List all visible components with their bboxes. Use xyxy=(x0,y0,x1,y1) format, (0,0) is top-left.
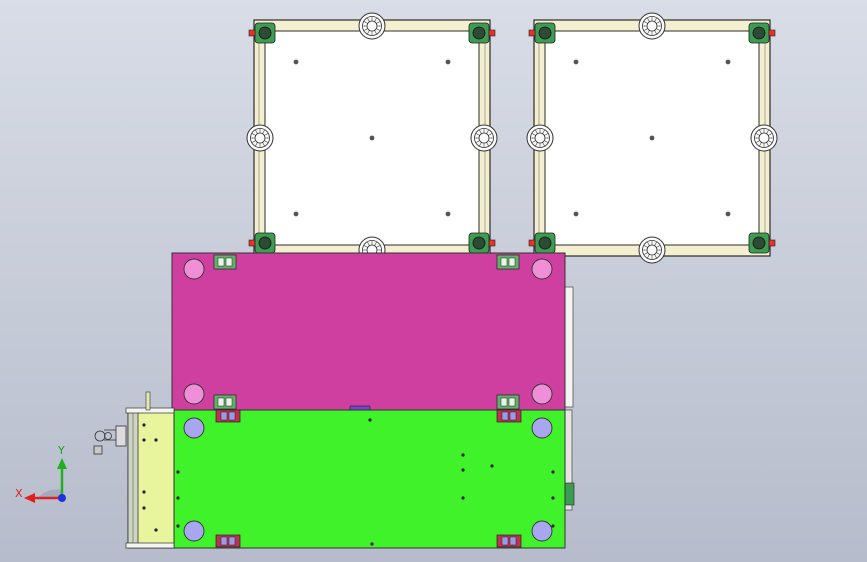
caster-icon xyxy=(528,22,556,44)
caster-icon xyxy=(528,232,556,254)
leveling-wheel-icon xyxy=(638,12,666,40)
clamp-icon xyxy=(215,534,241,548)
axis-x-label: X xyxy=(15,487,23,500)
caster-icon xyxy=(748,22,776,44)
leveling-wheel-icon xyxy=(358,12,386,40)
leveling-wheel-icon xyxy=(470,124,498,152)
coordinate-triad: Y X xyxy=(15,444,67,503)
clamp-icon xyxy=(496,254,520,270)
caster-icon xyxy=(468,232,496,254)
side-rail-right xyxy=(564,286,575,511)
fixture-pallet-left[interactable] xyxy=(246,12,498,264)
mold-plate-upper[interactable] xyxy=(171,252,566,413)
clamp-icon xyxy=(215,409,241,423)
clamp-icon xyxy=(496,534,522,548)
side-guide-block[interactable] xyxy=(93,391,175,549)
caster-icon xyxy=(248,232,276,254)
cad-model-scene[interactable]: Y X xyxy=(0,0,867,562)
leveling-wheel-icon xyxy=(750,124,778,152)
cad-viewport[interactable]: Y X xyxy=(0,0,867,562)
clamp-icon xyxy=(496,394,520,410)
leveling-wheel-icon xyxy=(246,124,274,152)
clamp-icon xyxy=(213,254,237,270)
caster-icon xyxy=(748,232,776,254)
mold-plate-lower[interactable] xyxy=(171,409,566,549)
leveling-wheel-icon xyxy=(526,124,554,152)
caster-icon xyxy=(468,22,496,44)
clamp-icon xyxy=(496,409,522,423)
clamp-icon xyxy=(213,394,237,410)
caster-icon xyxy=(248,22,276,44)
leveling-wheel-icon xyxy=(638,236,666,264)
fixture-pallet-right[interactable] xyxy=(526,12,778,264)
axis-z-origin-icon xyxy=(58,494,66,502)
valve-fitting-icon xyxy=(93,425,127,455)
axis-y-label: Y xyxy=(57,444,65,457)
